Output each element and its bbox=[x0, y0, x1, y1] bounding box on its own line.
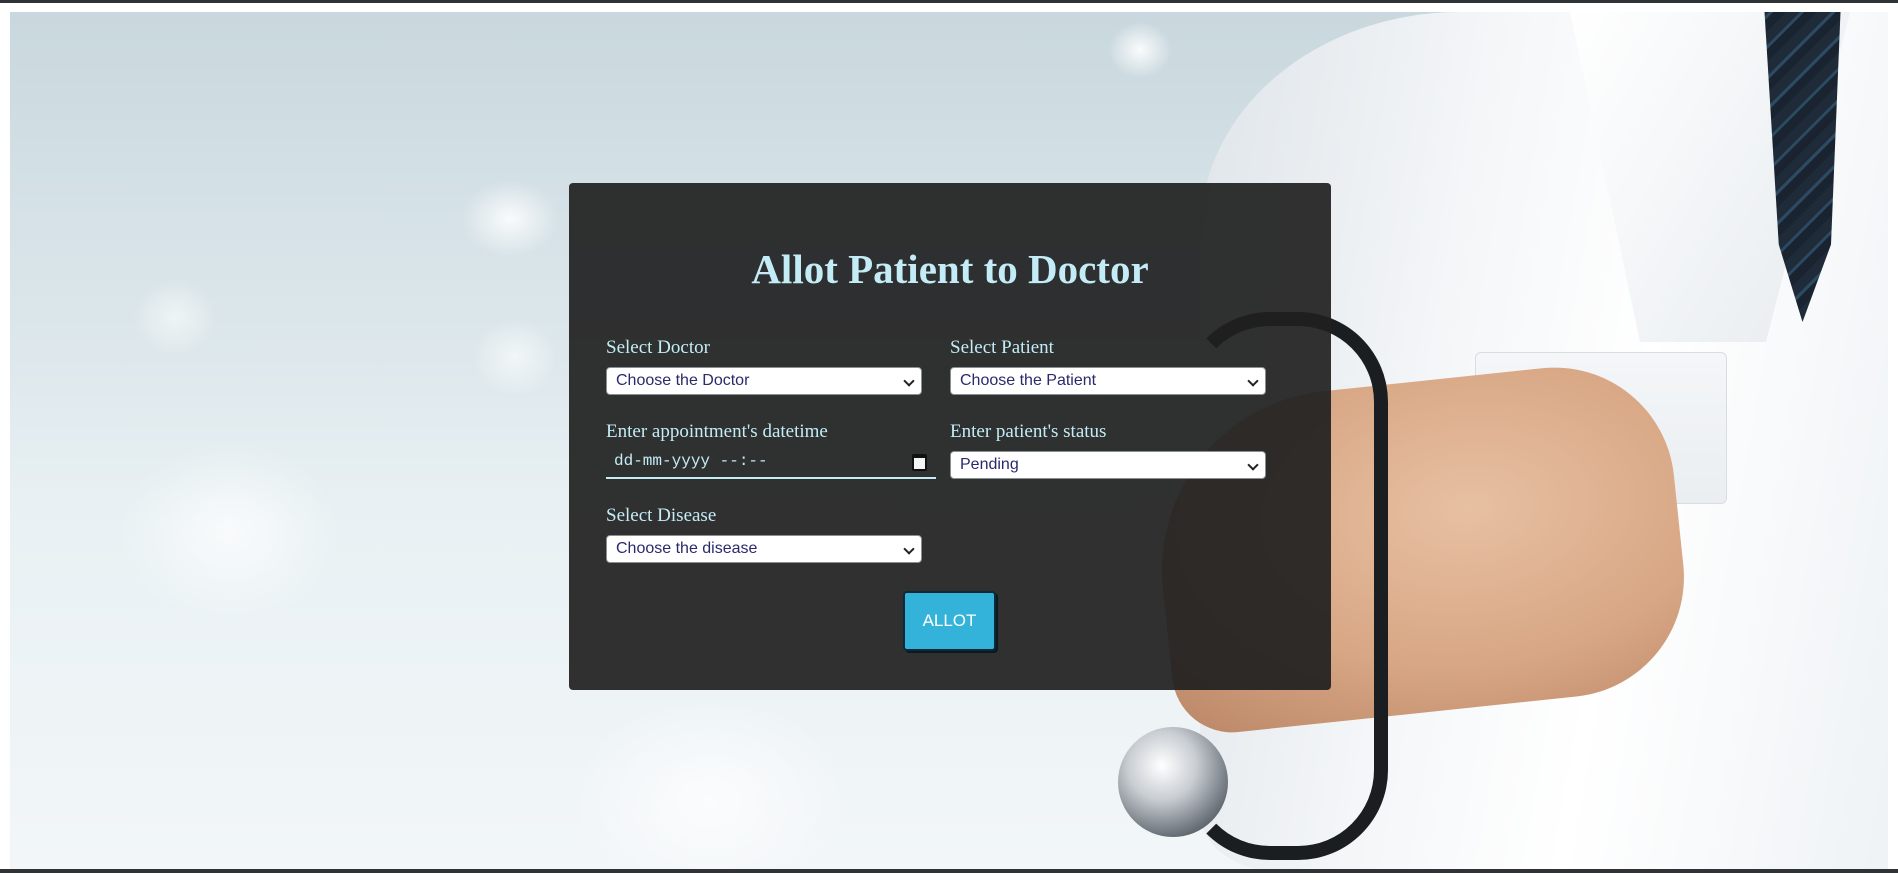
patient-label: Select Patient bbox=[950, 337, 1054, 358]
doctor-select-value: Choose the Doctor bbox=[616, 372, 750, 389]
chevron-down-icon bbox=[903, 543, 915, 555]
patient-select[interactable]: Choose the Patient bbox=[950, 367, 1266, 395]
chevron-down-icon bbox=[903, 375, 915, 387]
stethoscope-chestpiece-image bbox=[1118, 727, 1228, 837]
disease-label: Select Disease bbox=[606, 505, 717, 526]
doctor-select[interactable]: Choose the Doctor bbox=[606, 367, 922, 395]
chevron-down-icon bbox=[1247, 459, 1259, 471]
appointment-datetime-input[interactable]: dd-mm-yyyy --:-- bbox=[606, 449, 936, 479]
disease-select[interactable]: Choose the disease bbox=[606, 535, 922, 563]
page-title: Allot Patient to Doctor bbox=[751, 246, 1149, 292]
datetime-label: Enter appointment's datetime bbox=[606, 421, 828, 442]
datetime-placeholder: dd-mm-yyyy --:-- bbox=[614, 452, 768, 470]
bottom-border bbox=[0, 869, 1898, 873]
top-border bbox=[0, 0, 1898, 3]
doctor-label: Select Doctor bbox=[606, 337, 710, 358]
disease-select-value: Choose the disease bbox=[616, 540, 758, 557]
allot-form-panel: Allot Patient to Doctor Select Doctor Ch… bbox=[569, 183, 1331, 690]
allot-button[interactable]: ALLOT bbox=[903, 591, 996, 651]
status-select[interactable]: Pending bbox=[950, 451, 1266, 479]
calendar-icon[interactable] bbox=[912, 454, 927, 471]
status-select-value: Pending bbox=[960, 456, 1019, 473]
chevron-down-icon bbox=[1247, 375, 1259, 387]
status-label: Enter patient's status bbox=[950, 421, 1107, 442]
patient-select-value: Choose the Patient bbox=[960, 372, 1097, 389]
